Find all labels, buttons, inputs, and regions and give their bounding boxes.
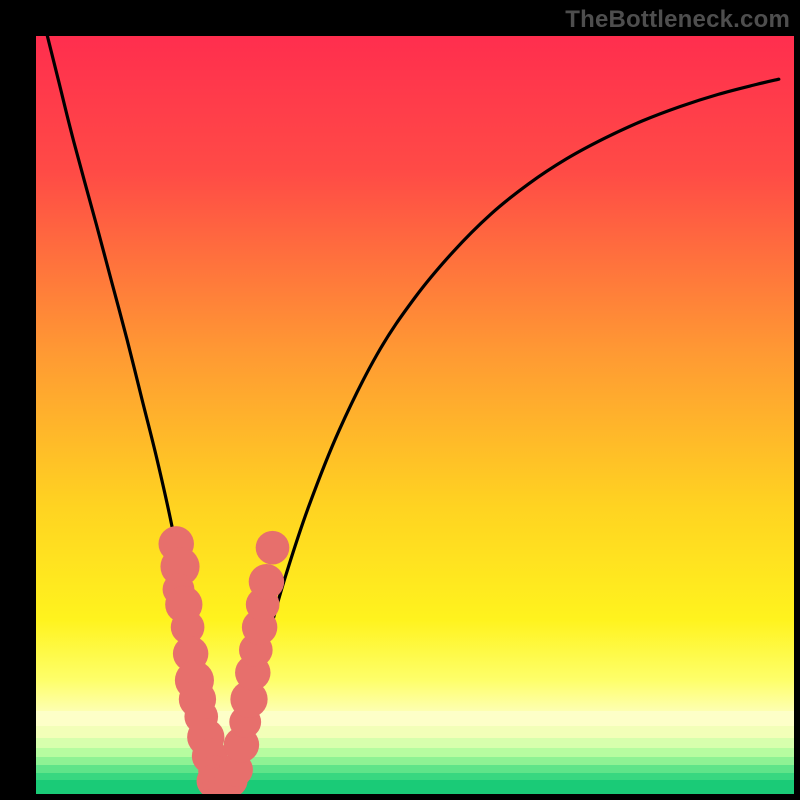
chart-frame: TheBottleneck.com [0,0,800,800]
data-point [249,564,284,599]
watermark-text: TheBottleneck.com [565,6,790,34]
data-point [256,531,290,565]
bottleneck-curve [47,36,778,786]
curve-layer [36,36,794,794]
plot-area [36,36,794,794]
